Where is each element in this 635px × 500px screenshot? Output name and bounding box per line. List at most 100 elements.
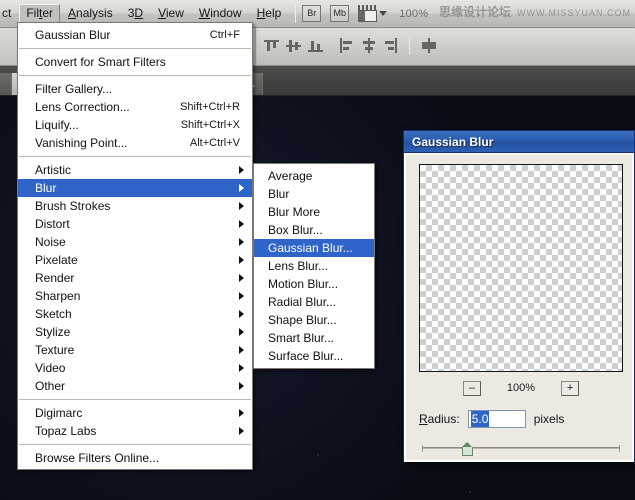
menu-item-artistic-label: Artistic xyxy=(35,163,71,177)
filter-dropdown-menu[interactable]: Gaussian Blur Ctrl+F Convert for Smart Fil… xyxy=(17,22,253,470)
watermark-url: WWW.MISSYUAN.COM xyxy=(517,8,631,18)
menu-item-sharpen[interactable]: Sharpen xyxy=(18,287,252,305)
menu-item-blur-label: Blur xyxy=(35,181,57,195)
menu-item-stylize[interactable]: Stylize xyxy=(18,323,252,341)
menu-item-analysis[interactable]: Analysis xyxy=(61,4,120,23)
tab-bar-left-clip xyxy=(0,73,12,95)
chevron-right-icon xyxy=(239,382,244,390)
menu-item-brush-strokes-label: Brush Strokes xyxy=(35,199,111,213)
blur-submenu[interactable]: Average Blur Blur More Box Blur... Gaussian … xyxy=(253,163,375,369)
menu-item-blur[interactable]: Blur xyxy=(18,179,252,197)
submenu-item-radial-blur-label: Radial Blur... xyxy=(268,295,337,309)
menu-item-render[interactable]: Render xyxy=(18,269,252,287)
submenu-item-box-blur-label: Box Blur... xyxy=(268,223,323,237)
preview-zoom-controls: – 100% + xyxy=(419,379,623,397)
menu-item-browse-filters-online[interactable]: Browse Filters Online... xyxy=(18,449,252,467)
align-bottom-edges-icon[interactable] xyxy=(306,36,325,55)
menu-separator xyxy=(19,48,251,49)
menu-item-lens-correction[interactable]: Lens Correction... Shift+Ctrl+R xyxy=(18,98,252,116)
menu-item-lens-correction-label: Lens Correction... xyxy=(35,100,130,114)
distribute-horizontal-centers-icon[interactable] xyxy=(419,36,438,55)
menu-item-topaz-labs[interactable]: Topaz Labs xyxy=(18,422,252,440)
menu-item-gaussian-blur-repeat-shortcut: Ctrl+F xyxy=(209,28,240,41)
menu-item-sketch-label: Sketch xyxy=(35,307,72,321)
menu-item-liquify-shortcut: Shift+Ctrl+X xyxy=(180,118,240,131)
submenu-item-motion-blur-label: Motion Blur... xyxy=(268,277,339,291)
align-vertical-centers-icon[interactable] xyxy=(284,36,303,55)
chevron-right-icon xyxy=(239,292,244,300)
align-top-edges-icon[interactable] xyxy=(262,36,281,55)
watermark-chinese: 思缘设计论坛 xyxy=(438,5,511,19)
menu-item-liquify[interactable]: Liquify... Shift+Ctrl+X xyxy=(18,116,252,134)
zoom-in-button[interactable]: + xyxy=(561,380,580,396)
menu-item-browse-filters-online-label: Browse Filters Online... xyxy=(35,451,160,465)
submenu-item-gaussian-blur[interactable]: Gaussian Blur... xyxy=(254,239,374,257)
menu-item-other[interactable]: Other xyxy=(18,377,252,395)
menu-separator xyxy=(19,156,251,157)
submenu-item-shape-blur-label: Shape Blur... xyxy=(268,313,337,327)
screen-mode-icon-fill xyxy=(359,11,366,21)
menu-item-vanishing-point[interactable]: Vanishing Point... Alt+Ctrl+V xyxy=(18,134,252,152)
menu-item-analysis-label: Analysis xyxy=(68,6,113,20)
radius-slider[interactable] xyxy=(419,440,623,458)
menu-item-filter[interactable]: Filter xyxy=(19,4,61,23)
radius-input[interactable]: 5.0 xyxy=(467,410,526,428)
submenu-item-blur[interactable]: Blur xyxy=(254,185,374,203)
chevron-right-icon xyxy=(239,238,244,246)
submenu-item-surface-blur[interactable]: Surface Blur... xyxy=(254,347,374,365)
menu-item-window[interactable]: Window xyxy=(192,4,249,23)
menu-item-distort[interactable]: Distort xyxy=(18,215,252,233)
menu-item-gaussian-blur-repeat-label: Gaussian Blur xyxy=(35,28,111,42)
mini-bridge-button[interactable]: Mb xyxy=(330,5,350,22)
menu-item-filter-gallery-label: Filter Gallery... xyxy=(35,82,113,96)
menu-item-digimarc[interactable]: Digimarc xyxy=(18,404,252,422)
zoom-readout: 100% xyxy=(399,7,429,20)
submenu-item-average[interactable]: Average xyxy=(254,167,374,185)
align-left-edges-icon[interactable] xyxy=(337,36,356,55)
menu-item-texture[interactable]: Texture xyxy=(18,341,252,359)
menu-item-view[interactable]: View xyxy=(151,4,191,23)
menu-item-convert-for-smart-filters-label: Convert for Smart Filters xyxy=(35,55,166,69)
chevron-right-icon xyxy=(239,202,244,210)
screen-mode-icon[interactable] xyxy=(358,5,378,22)
menu-item-pixelate[interactable]: Pixelate xyxy=(18,251,252,269)
menu-item-view-label: View xyxy=(158,6,184,20)
submenu-item-radial-blur[interactable]: Radial Blur... xyxy=(254,293,374,311)
menu-item-video[interactable]: Video xyxy=(18,359,252,377)
align-right-edges-icon[interactable] xyxy=(381,36,400,55)
menu-item-sketch[interactable]: Sketch xyxy=(18,305,252,323)
submenu-item-blur-more-label: Blur More xyxy=(268,205,321,219)
menu-item-vanishing-point-label: Vanishing Point... xyxy=(35,136,128,150)
chevron-right-icon xyxy=(239,328,244,336)
radius-slider-track[interactable] xyxy=(422,445,620,452)
align-horizontal-centers-icon[interactable] xyxy=(359,36,378,55)
menu-item-lens-correction-shortcut: Shift+Ctrl+R xyxy=(180,100,240,113)
zoom-out-button[interactable]: – xyxy=(462,380,481,396)
submenu-item-blur-more[interactable]: Blur More xyxy=(254,203,374,221)
menu-item-gaussian-blur-repeat[interactable]: Gaussian Blur Ctrl+F xyxy=(18,26,252,44)
submenu-item-shape-blur[interactable]: Shape Blur... xyxy=(254,311,374,329)
submenu-item-gaussian-blur-label: Gaussian Blur... xyxy=(268,241,353,255)
menu-item-convert-for-smart-filters[interactable]: Convert for Smart Filters xyxy=(18,53,252,71)
chevron-down-icon[interactable] xyxy=(379,11,388,16)
dialog-titlebar[interactable]: Gaussian Blur xyxy=(404,131,634,153)
bridge-button[interactable]: Br xyxy=(302,5,322,22)
submenu-item-lens-blur[interactable]: Lens Blur... xyxy=(254,257,374,275)
submenu-item-box-blur[interactable]: Box Blur... xyxy=(254,221,374,239)
submenu-item-smart-blur[interactable]: Smart Blur... xyxy=(254,329,374,347)
menu-item-help[interactable]: Help xyxy=(250,4,289,23)
preview-thumbnail[interactable] xyxy=(419,164,623,372)
menu-item-brush-strokes[interactable]: Brush Strokes xyxy=(18,197,252,215)
chevron-right-icon xyxy=(239,346,244,354)
menu-item-artistic[interactable]: Artistic xyxy=(18,161,252,179)
menu-item-help-label: Help xyxy=(256,6,282,20)
menu-item-filter-gallery[interactable]: Filter Gallery... xyxy=(18,80,252,98)
menu-item-vanishing-point-shortcut: Alt+Ctrl+V xyxy=(189,136,240,149)
radius-slider-thumb[interactable] xyxy=(461,442,474,456)
menu-item-select-clipped[interactable]: ct xyxy=(0,4,18,23)
submenu-item-surface-blur-label: Surface Blur... xyxy=(268,349,344,363)
menu-item-noise[interactable]: Noise xyxy=(18,233,252,251)
menu-item-3d[interactable]: 3D xyxy=(121,4,150,23)
radius-label: Radius: xyxy=(419,412,460,426)
submenu-item-motion-blur[interactable]: Motion Blur... xyxy=(254,275,374,293)
